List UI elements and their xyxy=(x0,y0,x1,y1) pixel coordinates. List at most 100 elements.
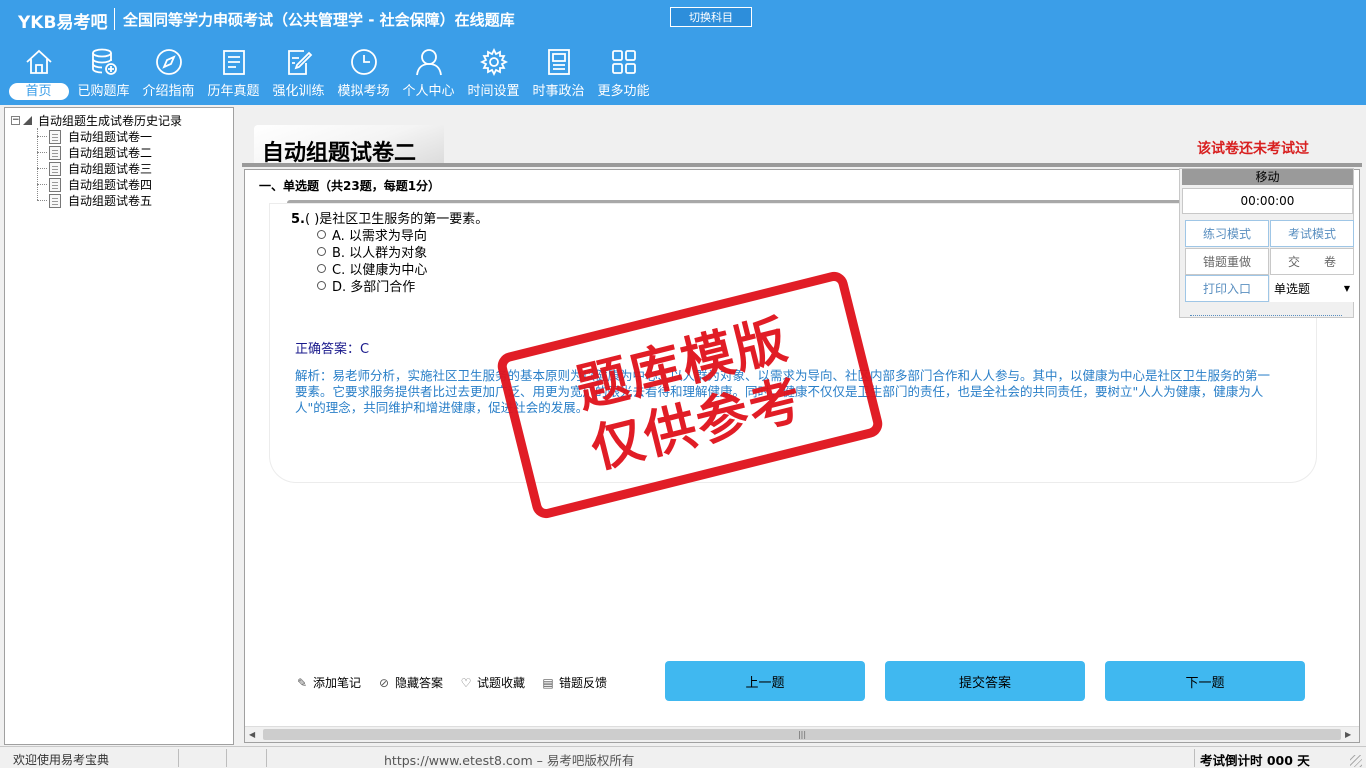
edit-icon xyxy=(283,46,315,78)
hide-answer-button[interactable]: ⊘ 隐藏答案 xyxy=(377,674,443,691)
news-icon xyxy=(543,46,575,78)
correct-answer: 正确答案：C xyxy=(295,338,369,357)
collapse-icon[interactable]: − xyxy=(11,116,20,125)
document-icon xyxy=(49,129,61,144)
exam-timer: 00:00:00 xyxy=(1182,188,1353,214)
feedback-button[interactable]: ▤ 错题反馈 xyxy=(541,674,607,691)
scroll-thumb[interactable]: ||| xyxy=(263,729,1341,740)
answer-label: 正确答案： xyxy=(295,342,361,357)
tree-item-paper-3[interactable]: 自动组题试卷三 xyxy=(37,160,152,177)
exam-mode-button[interactable]: 考试模式 xyxy=(1270,220,1354,247)
nav-item-more[interactable]: 更多功能 xyxy=(591,46,656,104)
tree-root[interactable]: − 自动组题生成试卷历史记录 xyxy=(11,112,182,129)
nav-label: 首页 xyxy=(8,83,69,100)
question-number: 5. xyxy=(291,212,305,227)
nav-item-time-settings[interactable]: 时间设置 xyxy=(461,46,526,104)
nav-label: 介绍指南 xyxy=(142,84,195,99)
status-divider xyxy=(266,749,267,767)
status-divider xyxy=(178,749,179,767)
section-heading: 一、单选题（共23题，每题1分） xyxy=(259,179,441,193)
clock-icon xyxy=(348,46,380,78)
nav-item-training[interactable]: 强化训练 xyxy=(266,46,331,104)
prev-question-button[interactable]: 上一题 xyxy=(665,661,865,701)
tool-label: 错题反馈 xyxy=(559,676,608,690)
tree-root-label: 自动组题生成试卷历史记录 xyxy=(38,114,183,128)
tool-label: 隐藏答案 xyxy=(395,676,444,690)
hand-in-button[interactable]: 交 卷 xyxy=(1270,248,1354,275)
welcome-text: 欢迎使用易考宝典 xyxy=(13,753,110,767)
gear-icon xyxy=(478,46,510,78)
compass-icon xyxy=(153,46,185,78)
tree-item-paper-2[interactable]: 自动组题试卷二 xyxy=(37,144,152,161)
nav-item-guide[interactable]: 介绍指南 xyxy=(136,46,201,104)
status-bar: 欢迎使用易考宝典 https://www.etest8.com – 易考吧版权所… xyxy=(0,746,1366,768)
radio-button[interactable] xyxy=(317,247,326,256)
nav-label: 更多功能 xyxy=(597,84,650,99)
nav-label: 个人中心 xyxy=(402,84,455,99)
nav-item-purchased[interactable]: 已购题库 xyxy=(71,46,136,104)
document-list-icon xyxy=(218,46,250,78)
tree-item-paper-5[interactable]: 自动组题试卷五 xyxy=(37,192,152,209)
submit-answer-button[interactable]: 提交答案 xyxy=(885,661,1085,701)
move-handle[interactable]: 移动 xyxy=(1182,169,1353,185)
user-icon xyxy=(413,46,445,78)
heart-icon: ♡ xyxy=(460,675,472,690)
main-nav: 首页 已购题库 介绍指南 历年真题 强化训练 模拟考场 个人中心 时间设置 时事… xyxy=(6,46,656,104)
nav-item-profile[interactable]: 个人中心 xyxy=(396,46,461,104)
nav-item-current-affairs[interactable]: 时事政治 xyxy=(526,46,591,104)
scroll-right-icon[interactable]: ▶ xyxy=(1345,730,1355,739)
title-divider xyxy=(242,163,1362,167)
tree-item-paper-1[interactable]: 自动组题试卷一 xyxy=(37,128,152,145)
radio-button[interactable] xyxy=(317,264,326,273)
nav-label: 历年真题 xyxy=(207,84,260,99)
question-tools: ✎ 添加笔记 ⊘ 隐藏答案 ♡ 试题收藏 ▤ 错题反馈 xyxy=(295,674,623,691)
switch-subject-button[interactable]: 切换科目 xyxy=(670,7,752,27)
nav-label: 已购题库 xyxy=(77,84,130,99)
answer-value: C xyxy=(360,342,370,357)
document-icon xyxy=(49,161,61,176)
exam-countdown: 考试倒计时 000 天 xyxy=(1200,753,1310,768)
status-divider xyxy=(226,749,227,767)
print-button[interactable]: 打印入口 xyxy=(1185,275,1269,302)
favorite-button[interactable]: ♡ 试题收藏 xyxy=(459,674,525,691)
nav-item-past-exams[interactable]: 历年真题 xyxy=(201,46,266,104)
app-logo: YKB易考吧 xyxy=(18,13,108,33)
tree-item-label: 自动组题试卷四 xyxy=(68,178,153,192)
box-footer-line xyxy=(1190,312,1342,316)
radio-button[interactable] xyxy=(317,230,326,239)
nav-label: 时间设置 xyxy=(467,84,520,99)
database-icon xyxy=(88,46,120,78)
tree-item-label: 自动组题试卷五 xyxy=(68,194,153,208)
horizontal-scrollbar[interactable]: ◀ ||| ▶ xyxy=(245,726,1359,742)
folder-triangle-icon xyxy=(23,116,32,125)
radio-button[interactable] xyxy=(317,281,326,290)
tool-label: 试题收藏 xyxy=(477,676,526,690)
exam-control-box: 移动 00:00:00 练习模式 考试模式 错题重做 交 卷 打印入口 单选题 … xyxy=(1179,168,1354,318)
add-note-button[interactable]: ✎ 添加笔记 xyxy=(295,674,361,691)
resize-grip-icon[interactable] xyxy=(1350,755,1362,767)
nav-label: 模拟考场 xyxy=(337,84,390,99)
practice-mode-button[interactable]: 练习模式 xyxy=(1185,220,1269,247)
document-icon xyxy=(49,193,61,208)
document-search-icon xyxy=(49,145,61,160)
paper-history-tree: − 自动组题生成试卷历史记录 自动组题试卷一 自动组题试卷二 自动组题试卷三 自… xyxy=(4,107,234,745)
nav-item-mock-exam[interactable]: 模拟考场 xyxy=(331,46,396,104)
app-title: 全国同等学力申硕考试（公共管理学 - 社会保障）在线题库 xyxy=(123,11,515,29)
paper-status: 该试卷还未考试过 xyxy=(1197,141,1309,157)
scroll-left-icon[interactable]: ◀ xyxy=(249,730,259,739)
tree-item-paper-4[interactable]: 自动组题试卷四 xyxy=(37,176,152,193)
nav-item-home[interactable]: 首页 xyxy=(6,46,71,104)
nav-label: 强化训练 xyxy=(272,84,325,99)
eye-off-icon: ⊘ xyxy=(378,675,390,690)
option-label: D. 多部门合作 xyxy=(332,280,416,295)
next-question-button[interactable]: 下一题 xyxy=(1105,661,1305,701)
nav-label: 时事政治 xyxy=(532,84,585,99)
tree-item-label: 自动组题试卷一 xyxy=(68,130,153,144)
home-icon xyxy=(23,46,55,78)
feedback-icon: ▤ xyxy=(542,675,554,690)
redo-wrong-button[interactable]: 错题重做 xyxy=(1185,248,1269,275)
tree-item-label: 自动组题试卷三 xyxy=(68,162,153,176)
question-type-select[interactable]: 单选题 ▼ xyxy=(1270,275,1354,302)
option-d[interactable]: D. 多部门合作 xyxy=(317,276,415,295)
grid-icon xyxy=(608,46,640,78)
